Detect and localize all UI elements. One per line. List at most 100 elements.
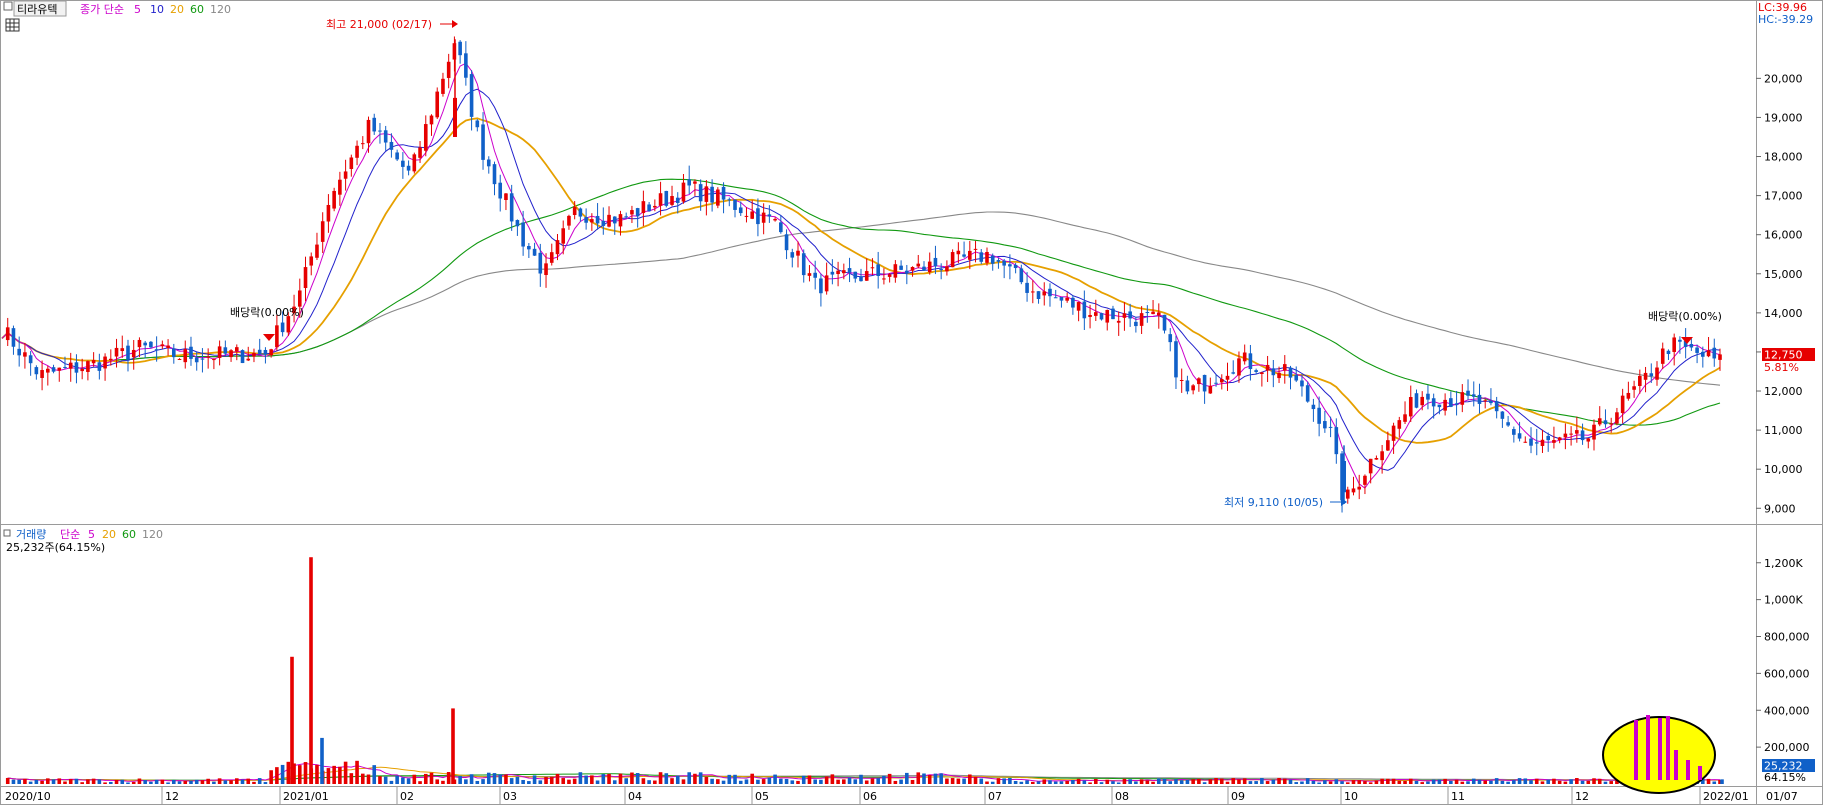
candle-body [950, 252, 955, 268]
candle-body [509, 193, 514, 222]
candle-body [160, 344, 165, 347]
candle-body [744, 215, 749, 217]
volume-bar [194, 779, 199, 784]
volume-bar [1219, 778, 1224, 784]
volume-bar [1449, 780, 1453, 784]
candle-body [389, 141, 394, 150]
candle-body [1260, 372, 1264, 375]
candle-body [1534, 442, 1539, 444]
candle-body [1248, 353, 1253, 370]
volume-bar [572, 778, 577, 784]
volume-bar [131, 781, 136, 784]
volume-bar [1294, 782, 1299, 784]
volume-bar [223, 780, 228, 784]
candle-body [1575, 430, 1579, 434]
candle-body [996, 260, 1001, 262]
volume-bar [469, 774, 474, 784]
grid-toggle-icon[interactable] [5, 18, 20, 32]
candle-body [1328, 426, 1333, 428]
candle-body [1660, 348, 1665, 364]
candle-body [1506, 422, 1510, 426]
candle-body [1620, 395, 1625, 414]
price-panel-icon[interactable] [3, 1, 13, 11]
candle-body [962, 254, 966, 257]
volume-bar [1340, 781, 1344, 784]
low-candle-body [1342, 460, 1346, 493]
volume-panel-icon[interactable] [3, 529, 11, 537]
candle-body [801, 253, 806, 276]
candle-body [687, 179, 691, 186]
volume-bar [1408, 778, 1413, 784]
volume-tick-label: 400,000 [1764, 704, 1810, 717]
candle-body [383, 130, 388, 143]
candle-body [1408, 397, 1413, 417]
volume-bar [721, 780, 726, 784]
volume-bar [1254, 781, 1258, 784]
volume-bar [1059, 781, 1064, 784]
volume-bar [532, 775, 537, 784]
candle-body [206, 356, 210, 358]
volume-bar [481, 779, 485, 784]
volume-bar [458, 775, 462, 784]
volume-bar [1391, 778, 1396, 784]
candle-body [103, 356, 107, 369]
volume-bar [1426, 781, 1430, 784]
candle-body [46, 368, 50, 373]
volume-bar [486, 772, 491, 784]
low-annotation: 최저 9,110 (10/05) [1224, 496, 1323, 509]
candle-body [1134, 321, 1138, 327]
volume-bar [441, 780, 445, 784]
candle-body [939, 269, 943, 271]
volume-bar [1042, 779, 1047, 784]
candle-body [1678, 339, 1682, 342]
candle-body [240, 350, 245, 364]
volume-bar [1363, 781, 1367, 784]
candle-body [1386, 440, 1390, 451]
volume-bar [1237, 779, 1241, 784]
volume-bar [1557, 780, 1562, 784]
candle-body [824, 275, 829, 292]
volume-bar [612, 780, 617, 784]
candle-body [681, 182, 686, 202]
volume-bar [1088, 782, 1092, 784]
candle-body [1471, 394, 1476, 397]
volume-bar [1540, 781, 1545, 784]
candle-body [1426, 393, 1430, 400]
volume-tick-label: 200,000 [1764, 741, 1810, 754]
candle-body [280, 322, 285, 333]
candle-body [1552, 440, 1556, 443]
candle-body [303, 267, 308, 289]
candle-body [1174, 341, 1178, 378]
highlight-volume-bar [1698, 766, 1702, 780]
candle-body [1363, 475, 1367, 485]
highlight-volume-bar [1674, 750, 1678, 780]
candle-body [1065, 297, 1069, 301]
candle-body [446, 61, 451, 78]
volume-bar [1720, 779, 1724, 784]
volume-bar [212, 781, 216, 784]
volume-bar [584, 775, 588, 784]
volume-bar [412, 774, 417, 784]
volume-bar [842, 779, 846, 784]
candle-body [1351, 488, 1356, 493]
candle-body [549, 252, 554, 263]
candle-body [847, 268, 852, 273]
volume-bar [23, 778, 27, 784]
volume-bar [1357, 780, 1362, 784]
volume-bar [1351, 780, 1356, 784]
volume-bar [607, 773, 611, 784]
volume-bar [962, 778, 966, 784]
volume-bar [744, 779, 749, 784]
volume-bar [1145, 780, 1150, 784]
candle-body [538, 252, 543, 274]
candle-body [779, 222, 783, 233]
candle-body [1701, 351, 1705, 357]
candle-body [635, 208, 640, 217]
candle-body [1231, 372, 1236, 374]
candle-body [309, 256, 314, 266]
volume-bar [206, 778, 210, 784]
volume-bar [464, 779, 468, 784]
candle-body [1311, 404, 1316, 410]
candle-body [1088, 315, 1092, 317]
volume-bar [658, 772, 663, 784]
